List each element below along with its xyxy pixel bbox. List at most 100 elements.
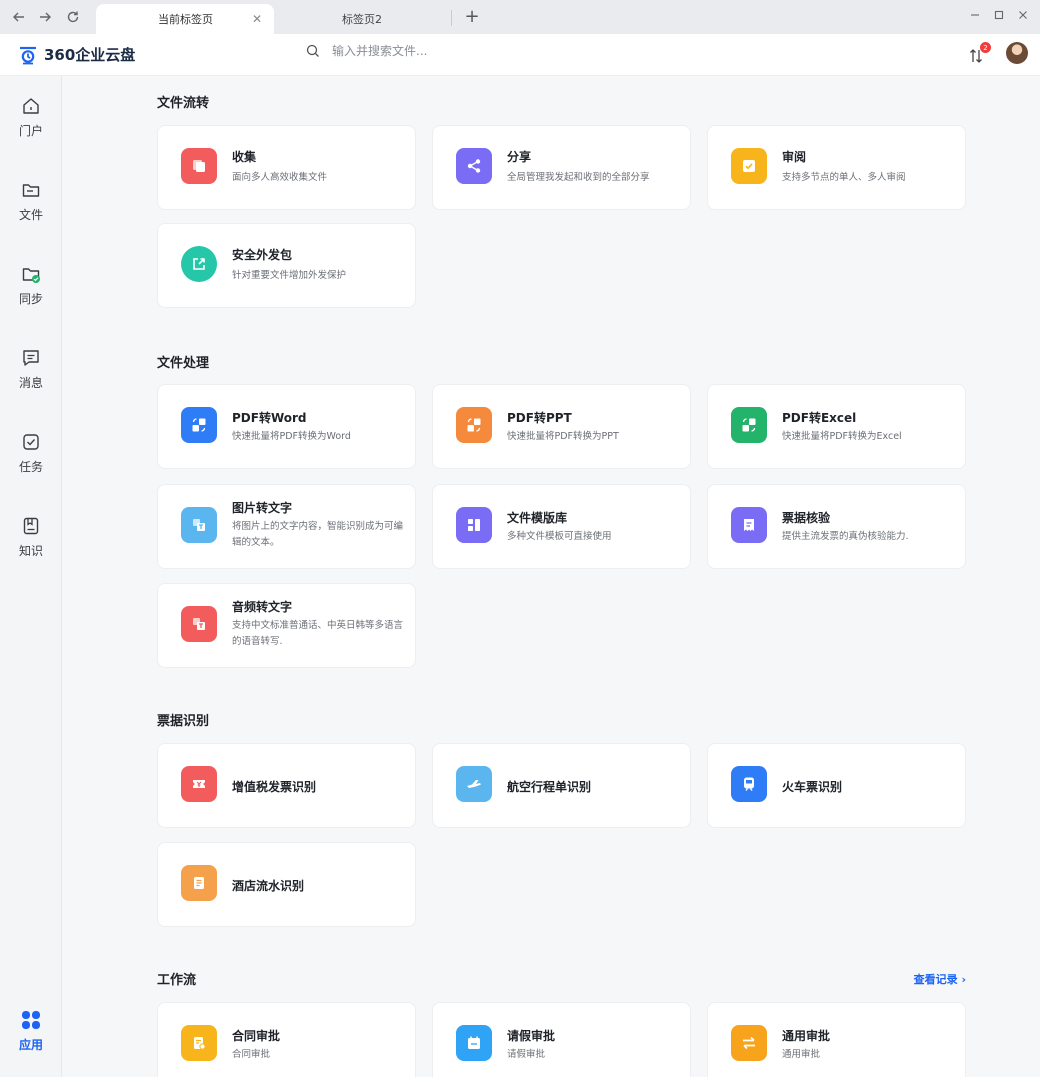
sidebar-item-apps[interactable]: 应用 (0, 1010, 62, 1070)
audio-to-text-icon (181, 606, 217, 642)
sidebar-item-label: 知识 (18, 544, 43, 558)
app-card-hotel-folio[interactable]: 酒店流水识别 (157, 842, 416, 927)
app-card-title: 增值税发票识别 (232, 780, 317, 794)
app-card-title: 请假审批 (507, 1029, 556, 1043)
template-icon (456, 507, 492, 543)
app-name: 360企业云盘 (44, 46, 136, 64)
sidebar-item-tasks[interactable]: 任务 (0, 432, 62, 492)
app-card-share[interactable]: 分享 全局管理我发起和收到的全部分享 (432, 125, 691, 210)
app-card-pdf-to-word[interactable]: PDF转Word 快速批量将PDF转换为Word (157, 384, 416, 469)
transfer-count-badge: 2 (980, 42, 991, 53)
invoice-icon (181, 766, 217, 802)
sidebar-item-portal[interactable]: 门户 (0, 96, 62, 156)
app-logo[interactable]: 360企业云盘 (18, 44, 135, 65)
app-card-flight-itinerary[interactable]: 航空行程单识别 (432, 743, 691, 828)
section-title-file-flow: 文件流转 (157, 96, 210, 111)
sidebar-item-files[interactable]: 文件 (0, 180, 62, 240)
app-card-desc: 提供主流发票的真伪核验能力. (782, 531, 909, 542)
sidebar-item-label: 同步 (18, 292, 43, 306)
app-card-general-approval[interactable]: 通用审批 通用审批 (707, 1002, 966, 1077)
app-card-leave-approval[interactable]: 请假审批 请假审批 (432, 1002, 691, 1077)
sync-folder-icon (22, 268, 40, 283)
new-tab-plus-icon[interactable]: + (462, 6, 482, 27)
app-card-contract-approval[interactable]: 合同审批 合同审批 (157, 1002, 416, 1077)
app-card-template-library[interactable]: 文件模版库 多种文件模板可直接使用 (432, 484, 691, 569)
airplane-icon (456, 766, 492, 802)
review-icon (731, 148, 767, 184)
forward-arrow-icon[interactable] (34, 6, 56, 28)
app-card-review[interactable]: 审阅 支持多节点的单人、多人审阅 (707, 125, 966, 210)
sidebar-item-label: 消息 (18, 376, 43, 390)
app-card-desc: 快速批量将PDF转换为Excel (782, 431, 902, 442)
view-log-label: 查看记录 (913, 973, 958, 986)
app-card-desc: 合同审批 (232, 1049, 271, 1060)
close-icon[interactable]: ✕ (250, 12, 264, 26)
app-card-receipt-verify[interactable]: 票据核验 提供主流发票的真伪核验能力. (707, 484, 966, 569)
app-card-title: 票据核验 (782, 511, 831, 525)
app-card-desc: 支持中文标准普通话、中英日韩等多语言的语音转写. (232, 620, 404, 647)
app-card-desc: 面向多人高效收集文件 (232, 172, 328, 183)
app-card-desc: 通用审批 (782, 1049, 821, 1060)
search-input[interactable] (332, 44, 532, 58)
image-to-text-icon (181, 507, 217, 543)
app-card-pdf-to-excel[interactable]: PDF转Excel 快速批量将PDF转换为Excel (707, 384, 966, 469)
sidebar-item-sync[interactable]: 同步 (0, 264, 62, 324)
app-card-secure-package[interactable]: 安全外发包 针对重要文件增加外发保护 (157, 223, 416, 308)
sidebar-item-label: 文件 (18, 208, 43, 222)
sidebar-item-label: 应用 (18, 1038, 43, 1052)
app-card-image-to-text[interactable]: 图片转文字 将图片上的文字内容，智能识别成为可编辑的文本。 (157, 484, 416, 569)
app-card-pdf-to-ppt[interactable]: PDF转PPT 快速批量将PDF转换为PPT (432, 384, 691, 469)
app-card-audio-to-text[interactable]: 音频转文字 支持中文标准普通话、中英日韩等多语言的语音转写. (157, 583, 416, 668)
back-arrow-icon[interactable] (8, 6, 30, 28)
app-card-title: 火车票识别 (782, 780, 843, 794)
sidebar-item-label: 门户 (18, 124, 43, 138)
pdf-to-ppt-icon (456, 407, 492, 443)
app-card-title: 航空行程单识别 (507, 780, 592, 794)
view-log-link[interactable]: 查看记录 › (914, 971, 966, 987)
app-card-title: PDF转Word (232, 411, 307, 425)
app-card-collect[interactable]: 收集 面向多人高效收集文件 (157, 125, 416, 210)
logo-icon (20, 46, 36, 64)
maximize-icon[interactable] (990, 6, 1008, 24)
app-card-train-ticket[interactable]: 火车票识别 (707, 743, 966, 828)
tab-2[interactable]: 标签页2 (280, 4, 450, 34)
sidebar-item-knowledge[interactable]: 知识 (0, 516, 62, 576)
app-card-title: 通用审批 (782, 1029, 831, 1043)
tab-divider (451, 10, 452, 26)
app-card-desc: 快速批量将PDF转换为PPT (507, 431, 619, 442)
reload-icon[interactable] (62, 6, 84, 28)
section-title-receipt: 票据识别 (157, 714, 210, 729)
swap-arrows-icon (731, 1025, 767, 1061)
transfer-button[interactable]: 2 (968, 42, 992, 66)
message-icon (23, 350, 39, 366)
app-card-title: 文件模版库 (507, 511, 568, 525)
pdf-to-excel-icon (731, 407, 767, 443)
app-card-title: PDF转PPT (507, 411, 572, 425)
task-icon (23, 434, 39, 450)
app-card-desc: 针对重要文件增加外发保护 (232, 270, 347, 281)
pdf-to-word-icon (181, 407, 217, 443)
app-card-title: 音频转文字 (232, 600, 293, 614)
minimize-icon[interactable] (966, 6, 984, 24)
app-card-title: 分享 (507, 150, 532, 164)
chevron-right-icon: › (961, 973, 966, 986)
folder-icon (22, 184, 40, 197)
app-card-vat-invoice[interactable]: 增值税发票识别 (157, 743, 416, 828)
search-bar[interactable] (306, 44, 532, 58)
window-close-icon[interactable] (1014, 6, 1032, 24)
app-card-title: 审阅 (782, 150, 807, 164)
tab-current[interactable]: 当前标签页 ✕ (96, 4, 274, 34)
app-card-desc: 快速批量将PDF转换为Word (232, 431, 351, 442)
browser-titlebar: 当前标签页 ✕ 标签页2 + (0, 0, 1040, 34)
apps-icon (22, 1011, 40, 1029)
app-card-title: 图片转文字 (232, 501, 293, 515)
hotel-receipt-icon (181, 865, 217, 901)
receipt-verify-icon (731, 507, 767, 543)
secure-send-icon (181, 246, 217, 282)
tab-label: 标签页2 (342, 13, 382, 26)
sidebar-item-label: 任务 (18, 460, 43, 474)
sidebar-item-messages[interactable]: 消息 (0, 348, 62, 408)
avatar[interactable] (1006, 42, 1028, 64)
app-card-desc: 全局管理我发起和收到的全部分享 (507, 172, 650, 183)
leave-calendar-icon (456, 1025, 492, 1061)
